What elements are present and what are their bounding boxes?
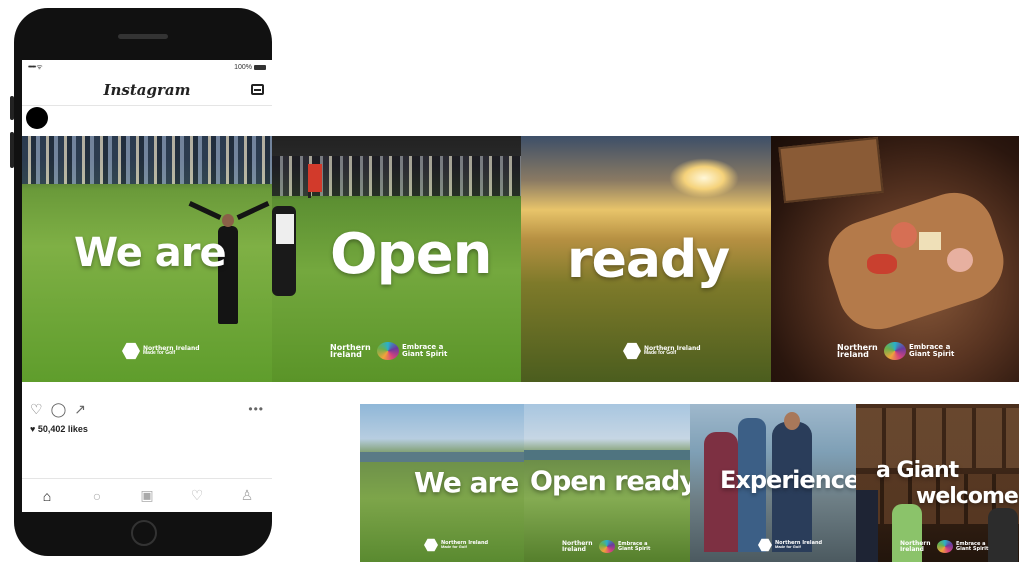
camera-icon[interactable]: ▣: [137, 487, 157, 504]
home-button[interactable]: [131, 520, 157, 546]
ni-brand-logo-3: Northern Ireland Embrace a Giant Spirit: [562, 540, 651, 553]
swirl-logo-icon: [884, 342, 906, 360]
comment-icon[interactable]: ◯: [51, 402, 67, 416]
made-for-golf-badge-4: Northern Ireland Made for Golf: [758, 538, 822, 552]
profile-icon[interactable]: ♙: [237, 487, 257, 504]
heart-outline-icon[interactable]: ♡: [30, 402, 43, 416]
swirl-logo-icon: [599, 540, 615, 553]
avatar[interactable]: [26, 107, 48, 129]
bottom-panel-giant-welcome: a Giant welcome Northern Ireland Embrace…: [856, 404, 1019, 562]
app-title: Instagram: [103, 80, 191, 99]
more-dots-icon[interactable]: •••: [248, 402, 264, 416]
ni-brand-logo-4: Northern Ireland Embrace a Giant Spirit: [900, 540, 989, 553]
share-icon[interactable]: ↗: [74, 402, 86, 416]
hex-logo-icon: [424, 538, 438, 552]
bottom-panel-we-are: We are Northern Ireland Made for Golf: [360, 404, 524, 562]
made-for-golf-badge-2: Northern Ireland Made for Golf: [623, 342, 701, 360]
top-word-ready: ready: [567, 230, 730, 290]
bottom-word-experience: Experience: [720, 466, 856, 494]
swirl-logo-icon: [377, 342, 399, 360]
post-header: [22, 106, 272, 130]
search-icon[interactable]: ○: [87, 488, 107, 504]
ni-brand-logo-2: Northern Ireland Embrace a Giant Spirit: [837, 342, 955, 360]
inbox-icon[interactable]: [251, 84, 264, 95]
signal-indicator: ••••• ᯤ: [28, 63, 43, 71]
post-actions: ♡ ◯ ↗ •••: [30, 398, 272, 420]
phone-speaker: [118, 34, 168, 39]
heart-icon[interactable]: ♡: [187, 487, 207, 504]
instagram-screen: ••••• ᯤ 100% Instagram We are Northern I: [22, 60, 272, 512]
bottom-word-open-ready: Open ready: [530, 466, 690, 497]
bottom-word-welcome: welcome: [916, 484, 1019, 509]
swirl-logo-icon: [937, 540, 953, 553]
battery-icon: [254, 64, 266, 70]
status-bar: ••••• ᯤ 100%: [22, 60, 272, 74]
hex-logo-icon: [122, 342, 140, 360]
bottom-word-we-are: We are: [414, 466, 519, 499]
ni-brand-logo: Northern Ireland Embrace a Giant Spirit: [330, 342, 448, 360]
post-image[interactable]: We are Northern Ireland Made for Golf: [22, 136, 272, 382]
bottom-panel-experience: Experience Northern Ireland Made for Gol…: [690, 404, 856, 562]
bottom-panel-open-ready: Open ready Northern Ireland Embrace a Gi…: [524, 404, 690, 562]
bottom-word-a-giant: a Giant: [876, 458, 959, 483]
post-word-we-are: We are: [74, 230, 227, 276]
app-header: Instagram: [22, 74, 272, 106]
home-icon[interactable]: ⌂: [37, 488, 57, 504]
top-panel-ready: ready Northern Ireland Made for Golf: [521, 136, 771, 382]
made-for-golf-badge-post: Northern Ireland Made for Golf: [122, 342, 200, 360]
likes-count: ♥ 50,402 likes: [30, 424, 88, 434]
bottom-tab-bar: ⌂ ○ ▣ ♡ ♙: [22, 478, 272, 512]
hex-logo-icon: [623, 342, 641, 360]
phone-mockup: ••••• ᯤ 100% Instagram We are Northern I: [10, 8, 272, 556]
hex-logo-icon: [758, 538, 772, 552]
made-for-golf-badge-3: Northern Ireland Made for Golf: [424, 538, 488, 552]
top-panel-open: Open Northern Ireland Embrace a Giant Sp…: [272, 136, 521, 382]
top-word-open: Open: [330, 222, 493, 287]
top-panel-food: Northern Ireland Embrace a Giant Spirit: [771, 136, 1019, 382]
battery-indicator: 100%: [234, 64, 266, 71]
